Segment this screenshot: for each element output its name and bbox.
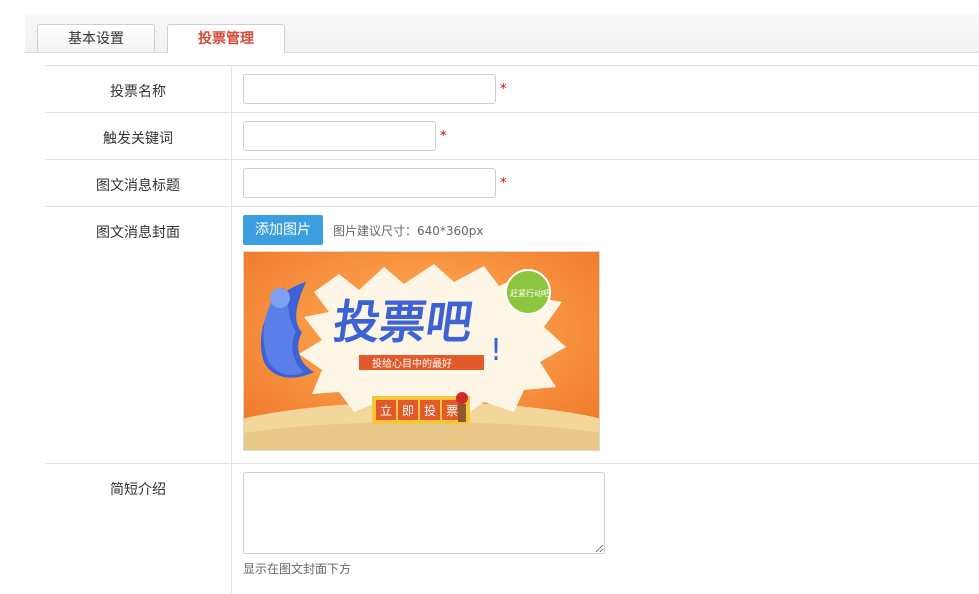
keyword-label: 触发关键词 bbox=[103, 131, 173, 147]
cover-size-hint: 图片建议尺寸：640*360px bbox=[333, 224, 484, 238]
required-mark: * bbox=[500, 82, 507, 97]
banner-headline: 投票吧 bbox=[330, 295, 476, 349]
vote-banner-illustration: 投票吧 ! 投给心目中的最好 赶紧行动吧 立 即 投 票 bbox=[244, 252, 599, 450]
tab-basic-settings[interactable]: 基本设置 bbox=[37, 24, 155, 52]
svg-text:投: 投 bbox=[424, 403, 436, 418]
msg-title-label: 图文消息标题 bbox=[96, 178, 180, 194]
svg-text:!: ! bbox=[490, 333, 502, 368]
form-row-keyword: 触发关键词 * bbox=[45, 112, 979, 159]
form-row-intro: 简短介绍 显示在图文封面下方 bbox=[45, 463, 979, 594]
vote-name-label: 投票名称 bbox=[110, 84, 166, 100]
tab-vote-management[interactable]: 投票管理 bbox=[167, 24, 285, 53]
banner-subline: 投给心目中的最好 bbox=[372, 357, 452, 370]
required-mark: * bbox=[500, 176, 507, 191]
vote-name-input[interactable] bbox=[243, 74, 496, 104]
msg-title-input[interactable] bbox=[243, 168, 496, 198]
keyword-input[interactable] bbox=[243, 121, 436, 151]
intro-label: 简短介绍 bbox=[110, 482, 166, 498]
required-mark: * bbox=[440, 129, 447, 144]
svg-text:票: 票 bbox=[446, 404, 458, 418]
intro-textarea[interactable] bbox=[243, 472, 605, 554]
add-image-button[interactable]: 添加图片 bbox=[243, 215, 323, 245]
tab-bar: 基本设置 投票管理 bbox=[25, 14, 979, 53]
svg-text:立: 立 bbox=[380, 403, 392, 418]
svg-text:即: 即 bbox=[402, 404, 414, 418]
intro-hint: 显示在图文封面下方 bbox=[243, 562, 352, 576]
banner-badge: 赶紧行动吧 bbox=[510, 288, 550, 298]
form-row-cover: 图文消息封面 添加图片 图片建议尺寸：640*360px 投票吧 ! 投给心目中… bbox=[45, 206, 979, 463]
form-row-msg-title: 图文消息标题 * bbox=[45, 159, 979, 206]
cover-image: 投票吧 ! 投给心目中的最好 赶紧行动吧 立 即 投 票 bbox=[243, 251, 600, 451]
form-row-vote-name: 投票名称 * bbox=[45, 65, 979, 112]
cover-label: 图文消息封面 bbox=[96, 225, 180, 241]
